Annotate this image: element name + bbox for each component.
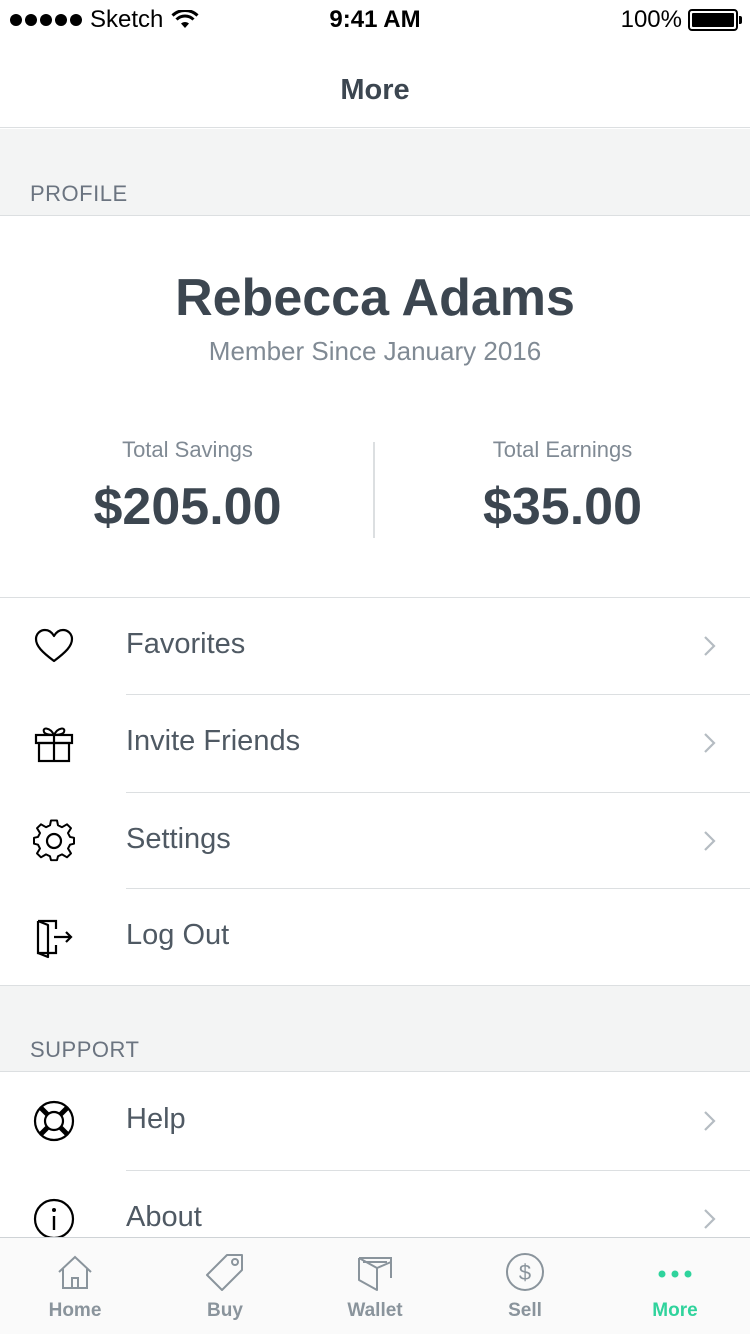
earnings-value: $35.00 [482,478,643,536]
lifebuoy-icon [33,1100,75,1142]
tab-home[interactable]: Home [0,1238,150,1334]
heart-icon [34,628,74,663]
earnings-label: Total Earnings [492,437,633,462]
section-title-profile: PROFILE [30,181,128,206]
page-title: More [340,74,410,106]
gift-icon [34,727,74,763]
tab-more[interactable]: More [600,1238,750,1334]
svg-text:$: $ [519,1260,531,1285]
tag-icon [206,1254,243,1291]
status-right: 100% [620,6,742,34]
tab-buy[interactable]: Buy [150,1238,300,1334]
tab-sell[interactable]: $ Sell [450,1238,600,1334]
menu-item-invite-friends[interactable]: Invite Friends [0,695,750,791]
profile-name: Rebecca Adams [175,269,575,327]
dollar-icon: $ [506,1253,544,1291]
menu-item-label: Help [126,1103,186,1135]
more-icon [658,1270,692,1278]
tab-label: Buy [207,1300,243,1321]
status-bar: Sketch 9:41 AM 100% [0,0,750,40]
menu-item-favorites[interactable]: Favorites [0,598,750,694]
menu-item-log-out[interactable]: Log Out [0,889,750,985]
menu-item-label: Settings [126,823,231,855]
gear-icon [33,819,75,862]
chevron-right-icon [704,636,716,656]
section-header-support: SUPPORT [0,985,750,1072]
tab-label: More [652,1300,698,1321]
member-since: Member Since January 2016 [208,336,542,366]
wallet-icon [358,1257,392,1291]
chevron-right-icon [704,1111,716,1131]
menu-item-label: Log Out [126,919,230,951]
nav-bar: More [0,40,750,128]
chevron-right-icon [704,1209,716,1229]
info-icon [33,1198,75,1240]
section-title-support: SUPPORT [30,1037,140,1062]
menu-item-help[interactable]: Help [0,1073,750,1169]
tab-label: Home [48,1300,102,1321]
menu-item-label: Invite Friends [126,725,301,757]
menu-item-label: About [126,1201,202,1233]
home-icon [58,1255,92,1289]
chevron-right-icon [704,831,716,851]
savings-label: Total Savings [122,437,253,462]
stat-earnings: Total Earnings $35.00 [375,437,750,547]
tab-wallet[interactable]: Wallet [300,1238,450,1334]
stat-savings: Total Savings $205.00 [0,437,375,547]
chevron-right-icon [704,733,716,753]
menu-item-settings[interactable]: Settings [0,793,750,889]
savings-value: $205.00 [93,478,282,536]
tab-bar: Home Buy Wallet $ Sell More [0,1237,750,1334]
section-header-profile: PROFILE [0,129,750,216]
battery-icon [688,9,742,31]
menu-item-label: Favorites [126,628,246,660]
logout-icon [36,919,73,959]
tab-label: Wallet [347,1300,403,1321]
tab-label: Sell [508,1300,542,1321]
battery-percent: 100% [620,6,682,33]
